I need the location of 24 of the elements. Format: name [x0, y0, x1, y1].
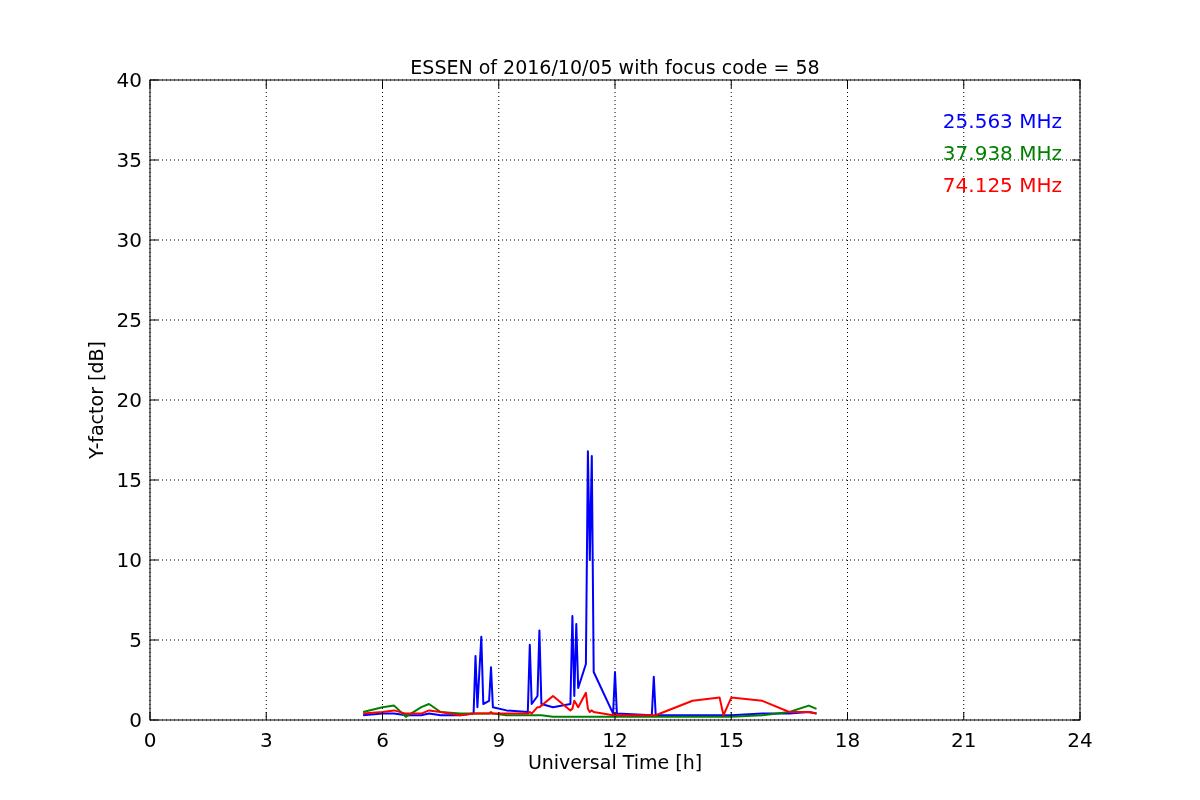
- legend-label: 37.938 MHz: [942, 141, 1062, 165]
- x-tick-label: 24: [1067, 728, 1093, 752]
- x-tick-label: 9: [492, 728, 506, 752]
- x-tick-label: 0: [143, 728, 157, 752]
- chart-title: ESSEN of 2016/10/05 with focus code = 58: [410, 56, 820, 78]
- legend-label: 25.563 MHz: [942, 109, 1062, 133]
- x-tick-label: 6: [376, 728, 389, 752]
- x-tick-label: 12: [602, 728, 628, 752]
- x-tick-label: 18: [834, 728, 861, 752]
- y-tick-label: 25: [116, 308, 142, 332]
- y-tick-label: 0: [129, 708, 142, 732]
- x-tick-label: 3: [259, 728, 273, 752]
- y-tick-label: 10: [116, 548, 142, 572]
- y-tick-label: 35: [116, 148, 142, 172]
- y-tick-label: 5: [129, 628, 142, 652]
- y-tick-label: 20: [116, 388, 142, 412]
- x-tick-label: 15: [718, 728, 744, 752]
- legend-label: 74.125 MHz: [942, 173, 1062, 197]
- y-tick-label: 30: [116, 228, 142, 252]
- x-axis-label: Universal Time [h]: [527, 751, 703, 773]
- y-axis-label: Y-factor [dB]: [85, 341, 107, 459]
- y-tick-label: 15: [116, 468, 142, 492]
- y-tick-label: 40: [116, 68, 142, 92]
- x-tick-label: 21: [951, 728, 977, 752]
